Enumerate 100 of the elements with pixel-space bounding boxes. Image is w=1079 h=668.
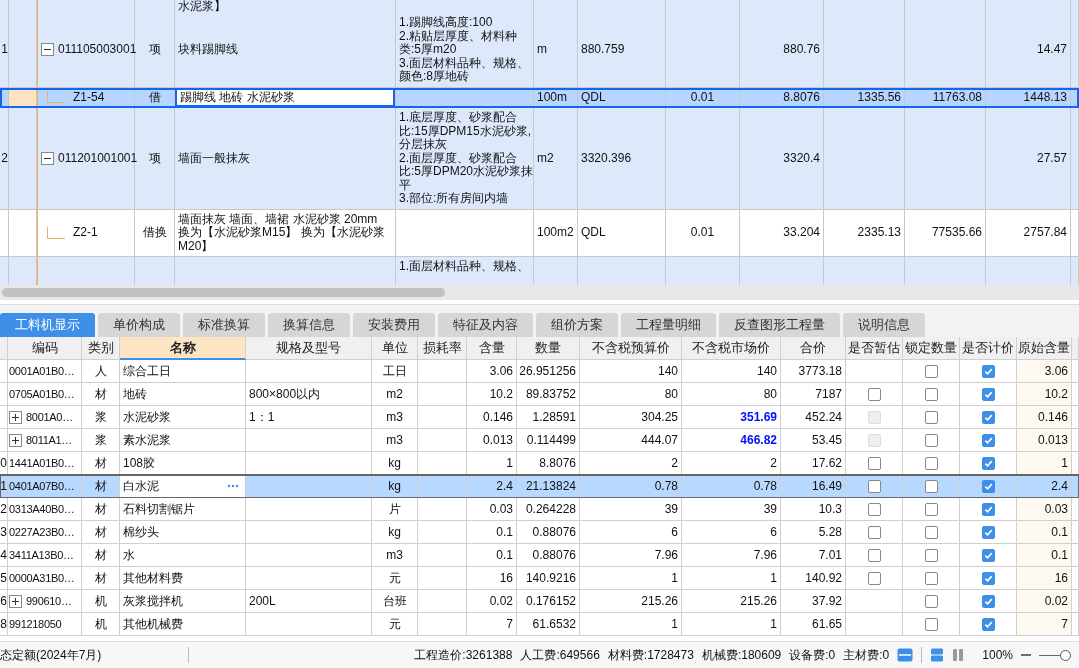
table-row[interactable]: 6 990610… 机 灰浆搅拌机 200L 台班 0.02 0.176152 215.26 215.26 37.92 0.02 [0, 590, 1079, 613]
expand-icon[interactable] [9, 410, 22, 424]
tab[interactable]: 单价构成 [98, 313, 180, 337]
item-type: 项 [135, 13, 175, 88]
column-header[interactable]: 类别 [82, 337, 120, 360]
table-row[interactable]: Z2-1 借换 墙面抹灰 墙面、墙裙 水泥砂浆 20mm 换为【水泥砂浆M15】 换为【水泥砂浆 M20】 100m2 QDL 0.01 33.204 2335.13 77535.66 2757.84 [0, 209, 1079, 257]
column-header[interactable]: 单位 [372, 337, 418, 360]
checkbox[interactable] [924, 410, 938, 424]
table-row[interactable]: 8011A1… 浆 素水泥浆 m3 0.013 0.114499 444.07 466.82 53.45 0.013 [0, 429, 1079, 452]
table-row[interactable]: 0001A01B0… 人 综合工日 工日 3.06 26.951256 140 140 3773.18 3.06 [0, 360, 1079, 383]
layout-icon[interactable] [897, 648, 914, 662]
checkbox[interactable] [867, 525, 881, 539]
checkbox[interactable] [981, 387, 995, 401]
material-code: 990610… [26, 595, 72, 607]
column-header[interactable]: 是否暂估 [846, 337, 903, 360]
row-number: 2 [0, 108, 9, 210]
expand-icon[interactable] [9, 594, 22, 608]
original-content: 0.1 [1017, 521, 1072, 544]
table-row[interactable]: 0 1441A01B0… 材 108胶 kg 1 8.8076 2 2 17.62 1 [0, 452, 1079, 475]
checkbox[interactable] [981, 548, 995, 562]
checkbox[interactable] [981, 525, 995, 539]
table-row[interactable]: 1 011105003001 项 块料踢脚线 1.踢脚线高度:100 2.粘贴层厚度、材料种 类:5厚m20 3.面层材料品种、规格、 颜色:8厚地砖 m 880.759 880.76 14.47 [0, 13, 1079, 88]
checkbox[interactable] [924, 387, 938, 401]
item-unit: m2 [534, 108, 578, 210]
checkbox[interactable] [924, 548, 938, 562]
column-header[interactable]: 锁定数量 [903, 337, 960, 360]
checkbox[interactable] [981, 502, 995, 516]
scrollbar-thumb[interactable] [2, 288, 445, 297]
material-content: 7 [467, 613, 517, 636]
checkbox[interactable] [867, 479, 881, 493]
checkbox[interactable] [981, 456, 995, 470]
checkbox[interactable] [867, 548, 881, 562]
table-row[interactable]: 2 011201001001 项 墙面一般抹灰 1.底层厚度、砂浆配合 比:15厚DPM15水泥砂浆, 分层抹灰 2.面层厚度、砂浆配合 比:5厚DPM20水泥砂浆抹 平 3.部位:所有房间内墙 m2 3320.396 3320.4 27.57 [0, 108, 1079, 210]
name-field[interactable]: 踢脚线 地砖 水泥砂浆 [175, 87, 395, 107]
item-code: Z2-1 [73, 226, 98, 240]
checkbox[interactable] [924, 571, 938, 585]
checkbox[interactable] [867, 456, 881, 470]
checkbox[interactable] [924, 364, 938, 378]
table-row[interactable]: 1.面层材料品种、规格、 [0, 257, 1079, 285]
tab[interactable]: 工程量明细 [621, 313, 716, 337]
expand-icon[interactable] [9, 433, 22, 447]
columns-icon[interactable] [952, 648, 965, 662]
column-header[interactable]: 不含税市场价 [682, 337, 781, 360]
column-header[interactable]: 规格及型号 [246, 337, 372, 360]
checkbox[interactable] [924, 594, 938, 608]
table-row[interactable]: 4 3411A13B0… 材 水 m3 0.1 0.88076 7.96 7.96 7.01 0.1 [0, 544, 1079, 567]
tab[interactable]: 特征及内容 [438, 313, 533, 337]
column-header[interactable]: 编码 [8, 337, 82, 360]
tab[interactable]: 说明信息 [843, 313, 925, 337]
check-icon [983, 389, 993, 399]
column-header[interactable]: 不含税预算价 [580, 337, 682, 360]
material-name: 白水泥 [123, 477, 159, 495]
tab[interactable]: 安装费用 [353, 313, 435, 337]
table-row[interactable]: 0705A01B0… 材 地砖 800×800以内 m2 10.2 89.83752 80 80 7187 10.2 [0, 383, 1079, 406]
checkbox[interactable] [867, 502, 881, 516]
collapse-icon[interactable] [41, 43, 54, 57]
column-header[interactable]: 原始含量 [1017, 337, 1072, 360]
checkbox[interactable] [924, 456, 938, 470]
budget-price: 1 [580, 613, 682, 636]
table-row[interactable]: 1 0401A07B0… 材 白水泥 kg 2.4 21.13824 0.78 0.78 16.49 2.4 [0, 475, 1079, 498]
table-row[interactable]: 8001A0… 浆 水泥砂浆 1：1 m3 0.146 1.28591 304.25 351.69 452.24 0.146 [0, 406, 1079, 429]
column-header[interactable]: 损耗率 [418, 337, 467, 360]
table-row[interactable]: Z1-54 借 踢脚线 地砖 水泥砂浆 100m QDL 0.01 8.8076 1335.56 11763.08 1448.13 [0, 87, 1079, 108]
table-row[interactable]: 8 991218050 机 其他机械费 元 7 61.6532 1 1 61.65 7 [0, 613, 1079, 636]
checkbox[interactable] [924, 479, 938, 493]
checkbox[interactable] [981, 571, 995, 585]
table-row[interactable]: 水泥浆】 [0, 0, 1079, 13]
table-row[interactable]: 2 0313A40B0… 材 石料切割锯片 片 0.03 0.264228 39 39 10.3 0.03 [0, 498, 1079, 521]
scrollbar[interactable] [0, 285, 1079, 300]
checkbox[interactable] [924, 433, 938, 447]
checkbox[interactable] [981, 479, 995, 493]
checkbox[interactable] [924, 525, 938, 539]
column-header[interactable]: 数量 [517, 337, 580, 360]
column-header[interactable]: 是否计价 [960, 337, 1017, 360]
layout-icon[interactable] [930, 648, 945, 662]
checkbox[interactable] [981, 594, 995, 608]
collapse-icon[interactable] [41, 151, 54, 165]
material-code: 8011A1… [26, 434, 72, 446]
checkbox[interactable] [981, 433, 995, 447]
tab[interactable]: 换算信息 [268, 313, 350, 337]
column-header[interactable]: 合价 [781, 337, 846, 360]
checkbox[interactable] [924, 617, 938, 631]
tab[interactable]: 标准换算 [183, 313, 265, 337]
tab[interactable]: 反查图形工程量 [719, 313, 840, 337]
checkbox[interactable] [981, 617, 995, 631]
more-icon[interactable] [227, 484, 239, 488]
table-row[interactable]: 5 0000A31B0… 材 其他材料费 元 16 140.9216 1 1 140.92 16 [0, 567, 1079, 590]
checkbox[interactable] [981, 364, 995, 378]
slider-thumb[interactable] [1060, 649, 1071, 661]
checkbox[interactable] [867, 387, 881, 401]
material-name: 其他机械费 [120, 613, 246, 636]
tab[interactable]: 组价方案 [536, 313, 618, 337]
checkbox[interactable] [867, 571, 881, 585]
checkbox[interactable] [924, 502, 938, 516]
row-number: 1 [0, 13, 9, 88]
column-header[interactable]: 名称 [120, 337, 246, 360]
material-code: 991218050 [8, 613, 82, 636]
table-row[interactable]: 3 0227A23B0… 材 棉纱头 kg 0.1 0.88076 6 6 5.28 0.1 [0, 521, 1079, 544]
checkbox[interactable] [981, 410, 995, 424]
column-header[interactable]: 含量 [467, 337, 517, 360]
